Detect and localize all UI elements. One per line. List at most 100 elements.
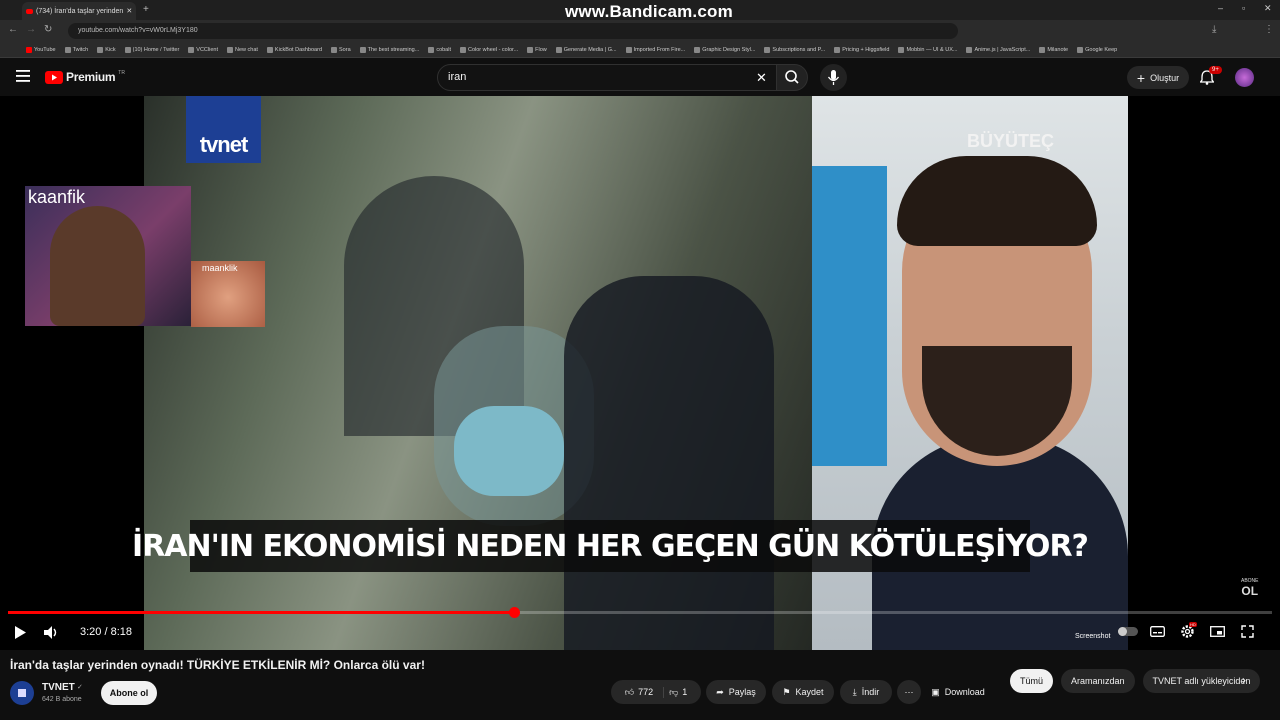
bookmark-item[interactable]: Kick	[97, 46, 116, 53]
new-tab-icon[interactable]: +	[143, 4, 149, 15]
notifications-button[interactable]: 9+	[1200, 66, 1222, 85]
download-icon[interactable]: ⤓	[1212, 24, 1216, 35]
screenshot-toggle[interactable]	[1118, 627, 1138, 636]
play-button[interactable]	[14, 626, 26, 639]
create-button[interactable]: + Oluştur	[1127, 66, 1189, 89]
screenshot-label: Screenshot	[1075, 633, 1111, 640]
browser-tab[interactable]: (734) İran'da taşlar yerinden ✕	[22, 2, 136, 20]
bookmark-item[interactable]: New chat	[226, 46, 258, 53]
bookmark-item[interactable]: Subscriptions and P...	[764, 46, 825, 53]
related-filter-chips: Tümü Aramanızdan TVNET adlı yükleyiciden	[1010, 669, 1261, 693]
bookmark-item[interactable]: Google Keep	[1077, 46, 1117, 53]
bookmark-item[interactable]: Milanote	[1039, 46, 1068, 53]
chevron-right-icon[interactable]: ›	[1242, 673, 1246, 687]
youtube-logo[interactable]: Premium TR	[45, 70, 125, 84]
progress-played	[8, 611, 514, 614]
bookmark-item[interactable]: Generate Media | G...	[555, 46, 617, 53]
hd-badge: HD	[1189, 622, 1197, 627]
bookmark-item[interactable]: Graphic Design Styl...	[694, 46, 756, 53]
more-actions-button[interactable]: ⋯	[897, 680, 921, 704]
progress-scrubber[interactable]	[508, 607, 520, 618]
search-input[interactable]: iran	[437, 64, 777, 91]
url-field[interactable]: youtube.com/watch?v=vW0rLMj3Y180	[68, 23, 958, 39]
miniplayer-button[interactable]	[1210, 626, 1225, 637]
bookmark-item[interactable]: (10) Home / Twitter	[124, 46, 179, 53]
progress-bar[interactable]	[8, 607, 1272, 618]
bookmark-favicon-icon	[64, 46, 71, 53]
bookmark-label: Mobbin — UI & UX...	[906, 46, 958, 53]
bookmark-label: VCClient	[196, 46, 218, 53]
region-code: TR	[118, 70, 125, 76]
video-player[interactable]: BÜYÜTEÇ tvnet kaanfik maanklik İRAN'IN E…	[0, 96, 1280, 650]
bookmark-item[interactable]: Anime.js | JavaScript...	[966, 46, 1030, 53]
bookmark-item[interactable]: YouTube	[26, 46, 56, 53]
bookmark-item[interactable]: KickBot Dashboard	[266, 46, 322, 53]
subscribe-corner-bottom: OL	[1241, 584, 1259, 598]
volume-icon	[44, 626, 57, 639]
bookmark-item[interactable]: Sora	[331, 46, 351, 53]
share-button[interactable]: ➦ Paylaş	[706, 680, 766, 704]
extension-download-button[interactable]: ▣ Download	[925, 680, 991, 704]
forward-icon[interactable]: →	[26, 24, 36, 35]
bookmark-favicon-icon	[966, 46, 973, 53]
close-window-icon[interactable]: ✕	[1264, 3, 1272, 14]
save-button[interactable]: ⚑ Kaydet	[772, 680, 834, 704]
filter-chip[interactable]: Aramanızdan	[1061, 669, 1135, 693]
hamburger-menu-icon[interactable]	[16, 70, 30, 82]
thumbs-up-icon: 👍︎	[624, 686, 635, 697]
tab-title: (734) İran'da taşlar yerinden	[36, 7, 124, 15]
back-icon[interactable]: ←	[8, 24, 18, 35]
bookmark-item[interactable]: Mobbin — UI & UX...	[898, 46, 958, 53]
bookmark-item[interactable]: Imported From Fire...	[625, 46, 685, 53]
bookmark-label: cobalt	[436, 46, 451, 53]
bookmark-favicon-icon	[1077, 46, 1084, 53]
bookmark-item[interactable]: Color wheel - color...	[460, 46, 518, 53]
play-icon	[15, 626, 26, 639]
bookmarks-bar: YouTube Twitch Kick (10) Home / Twitter VCCl…	[0, 42, 1280, 58]
close-tab-icon[interactable]: ✕	[126, 7, 132, 15]
channel-name[interactable]: TVNET	[42, 682, 75, 693]
maximize-icon[interactable]: ▫	[1242, 3, 1245, 13]
news-headline-banner: İRAN'IN EKONOMİSİ NEDEN HER GEÇEN GÜN KÖ…	[132, 520, 1089, 572]
bookmark-item[interactable]: The best streaming...	[359, 46, 419, 53]
minimize-icon[interactable]: –	[1218, 3, 1223, 13]
settings-button[interactable]: HD	[1180, 622, 1197, 639]
logo-text: Premium	[66, 70, 116, 84]
bookmark-favicon-icon	[1039, 46, 1046, 53]
search-button[interactable]	[776, 64, 808, 91]
fullscreen-button[interactable]	[1241, 625, 1254, 638]
bookmark-item[interactable]: VCClient	[188, 46, 218, 53]
channel-avatar[interactable]	[10, 681, 34, 705]
search-icon	[785, 70, 799, 84]
bookmark-label: Graphic Design Styl...	[702, 46, 756, 53]
bookmark-item[interactable]: Flow	[527, 46, 547, 53]
like-button[interactable]: 👍︎ 772	[624, 686, 665, 698]
create-label: Oluştur	[1150, 72, 1180, 83]
reload-icon[interactable]: ↻	[44, 24, 52, 35]
subscribe-button[interactable]: Abone ol	[101, 681, 157, 705]
avatar[interactable]	[1235, 68, 1254, 87]
volume-button[interactable]	[44, 626, 58, 639]
download-arrow-icon: ⤓	[852, 686, 857, 697]
dislike-button[interactable]: 👎︎ 1	[669, 687, 687, 698]
webcam-small-username: maanklik	[202, 263, 238, 273]
bookmark-label: Flow	[535, 46, 547, 53]
webcam-overlay-small: maanklik	[191, 261, 265, 327]
download2-label: Download	[944, 687, 985, 697]
clear-search-icon[interactable]: ✕	[756, 70, 767, 86]
download-button[interactable]: ⤓ İndir	[840, 680, 892, 704]
filter-chip[interactable]: Tümü	[1010, 669, 1054, 693]
voice-search-button[interactable]	[820, 64, 847, 91]
like-count: 772	[638, 687, 654, 697]
bookmark-label: New chat	[234, 46, 258, 53]
subtitles-button[interactable]	[1150, 626, 1165, 637]
bookmark-item[interactable]: Pricing + Higgsfield	[834, 46, 890, 53]
bookmark-item[interactable]: cobalt	[428, 46, 451, 53]
bookmark-item[interactable]: Twitch	[64, 46, 88, 53]
menu-dots-icon[interactable]: ⋮	[1264, 24, 1274, 35]
bandicam-watermark: www.Bandicam.com	[565, 2, 733, 21]
bookmark-favicon-icon	[226, 46, 233, 53]
bookmark-favicon-icon	[834, 46, 841, 53]
bookmark-favicon-icon	[764, 46, 771, 53]
bookmark-label: Pricing + Higgsfield	[842, 46, 890, 53]
